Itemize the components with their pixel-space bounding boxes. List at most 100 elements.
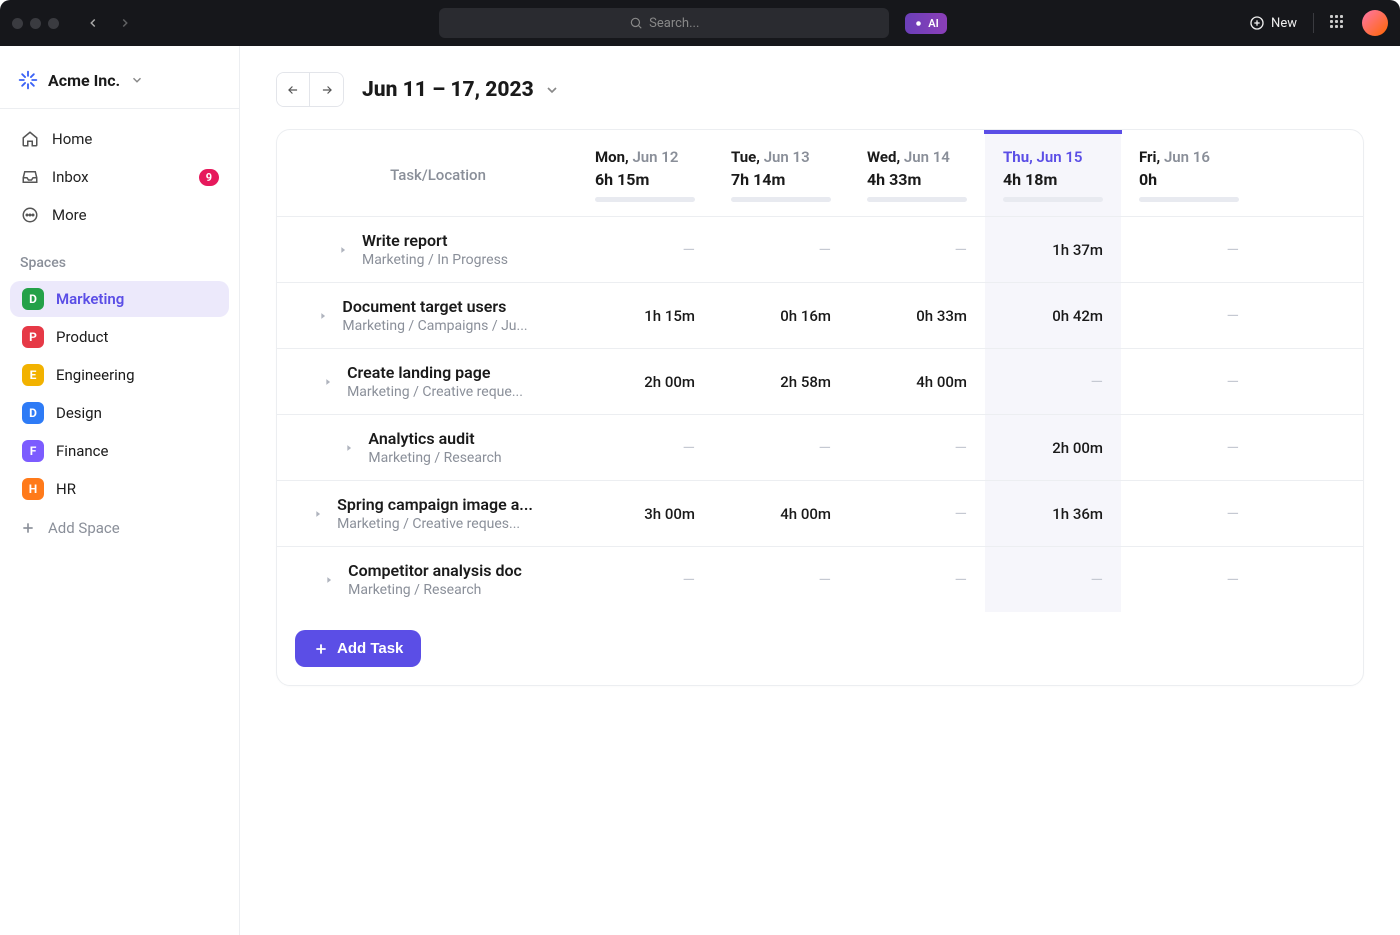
zoom-dot[interactable]: [48, 18, 59, 29]
new-button[interactable]: New: [1249, 15, 1297, 31]
caret-right-icon[interactable]: [323, 377, 339, 387]
time-cell[interactable]: 2h 00m: [985, 415, 1121, 480]
time-cell[interactable]: —: [577, 217, 713, 282]
time-value: —: [683, 438, 696, 457]
nav-more[interactable]: More: [10, 197, 229, 233]
more-icon: [20, 205, 40, 225]
space-item-engineering[interactable]: EEngineering: [10, 357, 229, 393]
task-cell[interactable]: Create landing page Marketing / Creative…: [277, 349, 577, 414]
prev-week-button[interactable]: [277, 73, 310, 106]
search-input[interactable]: Search...: [439, 8, 889, 38]
time-value: —: [1227, 438, 1240, 457]
caret-right-icon[interactable]: [324, 575, 340, 585]
inbox-badge: 9: [199, 169, 219, 186]
space-item-hr[interactable]: HHR: [10, 471, 229, 507]
time-cell[interactable]: —: [713, 415, 849, 480]
nav-inbox[interactable]: Inbox 9: [10, 159, 229, 195]
task-cell[interactable]: Document target users Marketing / Campai…: [277, 283, 577, 348]
time-cell[interactable]: 1h 36m: [985, 481, 1121, 546]
time-cell[interactable]: —: [1121, 349, 1257, 414]
time-cell[interactable]: —: [1121, 481, 1257, 546]
time-cell[interactable]: 0h 16m: [713, 283, 849, 348]
time-cell[interactable]: —: [849, 415, 985, 480]
time-cell[interactable]: —: [577, 415, 713, 480]
date-nav: [276, 72, 344, 107]
time-cell[interactable]: —: [849, 547, 985, 612]
day-header[interactable]: Wed, Jun 14 4h 33m: [849, 130, 985, 216]
time-cell[interactable]: 4h 00m: [713, 481, 849, 546]
time-cell[interactable]: —: [985, 349, 1121, 414]
avatar[interactable]: [1362, 10, 1388, 36]
time-cell[interactable]: —: [713, 547, 849, 612]
day-progress: [1139, 197, 1239, 202]
time-value: —: [683, 240, 696, 259]
time-value: —: [1227, 306, 1240, 325]
minimize-dot[interactable]: [30, 18, 41, 29]
time-cell[interactable]: —: [713, 217, 849, 282]
caret-right-icon[interactable]: [318, 311, 334, 321]
time-cell[interactable]: —: [1121, 547, 1257, 612]
space-item-marketing[interactable]: DMarketing: [10, 281, 229, 317]
time-cell[interactable]: —: [1121, 283, 1257, 348]
time-cell[interactable]: 2h 00m: [577, 349, 713, 414]
space-badge: P: [22, 326, 44, 348]
day-header[interactable]: Fri, Jun 16 0h: [1121, 130, 1257, 216]
date-range-picker[interactable]: Jun 11 – 17, 2023: [362, 78, 560, 102]
caret-right-icon[interactable]: [313, 509, 329, 519]
task-row: Spring campaign image a... Marketing / C…: [277, 481, 1363, 547]
day-progress: [1003, 197, 1103, 202]
time-cell[interactable]: 1h 15m: [577, 283, 713, 348]
space-item-finance[interactable]: FFinance: [10, 433, 229, 469]
time-cell[interactable]: 0h 33m: [849, 283, 985, 348]
back-button[interactable]: [81, 11, 105, 35]
time-cell[interactable]: —: [1121, 415, 1257, 480]
time-cell[interactable]: 4h 00m: [849, 349, 985, 414]
workspace-switcher[interactable]: Acme Inc.: [0, 60, 239, 109]
task-path: Marketing / Campaigns / Ju...: [342, 318, 527, 334]
day-header[interactable]: Tue, Jun 13 7h 14m: [713, 130, 849, 216]
time-value: 3h 00m: [644, 505, 695, 523]
close-dot[interactable]: [12, 18, 23, 29]
ai-button[interactable]: AI: [905, 13, 947, 34]
task-cell[interactable]: Spring campaign image a... Marketing / C…: [277, 481, 577, 546]
day-header[interactable]: Mon, Jun 12 6h 15m: [577, 130, 713, 216]
caret-right-icon[interactable]: [338, 245, 354, 255]
day-label: Tue, Jun 13: [731, 148, 810, 166]
add-space-button[interactable]: Add Space: [0, 509, 239, 547]
space-item-product[interactable]: PProduct: [10, 319, 229, 355]
new-label: New: [1271, 16, 1297, 31]
day-header[interactable]: Thu, Jun 15 4h 18m: [985, 130, 1121, 216]
task-cell[interactable]: Competitor analysis doc Marketing / Rese…: [277, 547, 577, 612]
space-badge: D: [22, 288, 44, 310]
time-cell[interactable]: —: [849, 217, 985, 282]
space-badge: E: [22, 364, 44, 386]
time-value: 2h 00m: [1052, 439, 1103, 457]
apps-button[interactable]: [1330, 15, 1346, 31]
add-task-button[interactable]: Add Task: [295, 630, 421, 667]
header-task-label: Task/Location: [360, 166, 486, 184]
time-value: 4h 00m: [780, 505, 831, 523]
task-name: Analytics audit: [368, 429, 501, 448]
time-cell[interactable]: 3h 00m: [577, 481, 713, 546]
space-badge: F: [22, 440, 44, 462]
time-cell[interactable]: 2h 58m: [713, 349, 849, 414]
caret-right-icon[interactable]: [344, 443, 360, 453]
time-cell[interactable]: —: [849, 481, 985, 546]
time-cell[interactable]: 0h 42m: [985, 283, 1121, 348]
day-total: 6h 15m: [595, 170, 649, 189]
next-week-button[interactable]: [310, 73, 343, 106]
space-item-design[interactable]: DDesign: [10, 395, 229, 431]
time-cell[interactable]: 1h 37m: [985, 217, 1121, 282]
forward-button[interactable]: [113, 11, 137, 35]
task-cell[interactable]: Write report Marketing / In Progress: [277, 217, 577, 282]
nav-home[interactable]: Home: [10, 121, 229, 157]
time-value: —: [819, 240, 832, 259]
time-value: —: [1227, 372, 1240, 391]
time-value: 0h 16m: [780, 307, 831, 325]
home-icon: [20, 129, 40, 149]
time-cell[interactable]: —: [577, 547, 713, 612]
task-row: Write report Marketing / In Progress — — —…: [277, 217, 1363, 283]
time-cell[interactable]: —: [1121, 217, 1257, 282]
time-cell[interactable]: —: [985, 547, 1121, 612]
task-cell[interactable]: Analytics audit Marketing / Research: [277, 415, 577, 480]
